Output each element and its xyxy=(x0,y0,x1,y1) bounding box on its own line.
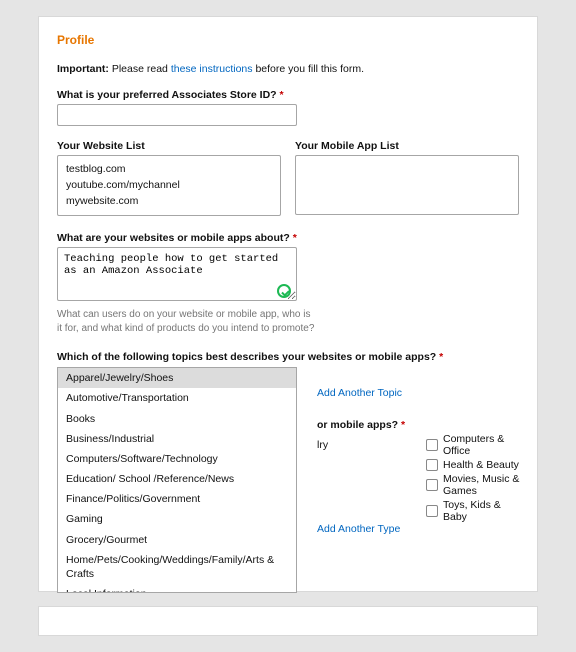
checkbox-row[interactable]: Health & Beauty xyxy=(426,459,527,471)
app-list-label: Your Mobile App List xyxy=(295,140,519,152)
topics-dropdown[interactable]: Apparel/Jewelry/ShoesAutomotive/Transpor… xyxy=(57,367,297,593)
checkbox-label: Health & Beauty xyxy=(443,459,519,471)
checkbox-label: Computers & Office xyxy=(443,433,527,457)
dropdown-option[interactable]: Apparel/Jewelry/Shoes xyxy=(58,368,296,388)
important-note: Important: Please read these instruction… xyxy=(57,63,519,75)
store-id-input[interactable] xyxy=(57,104,297,126)
website-list-label: Your Website List xyxy=(57,140,281,152)
next-card xyxy=(38,606,538,636)
page-title: Profile xyxy=(57,33,519,47)
website-list-box[interactable]: testblog.comyoutube.com/mychannelmywebsi… xyxy=(57,155,281,216)
add-type-link[interactable]: Add Another Type xyxy=(317,523,400,535)
types-checkboxes: lry Computers & Office Health & Beauty Movi… xyxy=(317,433,527,523)
dropdown-option[interactable]: Books xyxy=(58,409,296,429)
checkbox-label: lry xyxy=(317,439,330,451)
checkbox-label: Movies, Music & Games xyxy=(443,473,527,497)
topics-label: Which of the following topics best descr… xyxy=(57,351,519,363)
checkbox-row[interactable]: Toys, Kids & Baby xyxy=(426,499,527,523)
add-topic-link[interactable]: Add Another Topic xyxy=(317,387,402,399)
dropdown-option[interactable]: Education/ School /Reference/News xyxy=(58,469,296,489)
checkbox-row[interactable]: Movies, Music & Games xyxy=(426,473,527,497)
dropdown-option[interactable]: Computers/Software/Technology xyxy=(58,449,296,469)
store-id-label: What is your preferred Associates Store … xyxy=(57,89,519,101)
checkbox-label: Toys, Kids & Baby xyxy=(443,499,527,523)
checkbox-icon[interactable] xyxy=(426,479,438,491)
app-list-box[interactable] xyxy=(295,155,519,215)
list-item[interactable]: mywebsite.com xyxy=(66,194,272,210)
types-label-fragment: or mobile apps? * xyxy=(317,419,405,431)
dropdown-option[interactable]: Finance/Politics/Government xyxy=(58,489,296,509)
dropdown-option[interactable]: Local Information xyxy=(58,584,296,593)
about-textarea[interactable] xyxy=(57,247,297,301)
list-item[interactable]: youtube.com/mychannel xyxy=(66,178,272,194)
dropdown-option[interactable]: Grocery/Gourmet xyxy=(58,530,296,550)
checkbox-row[interactable]: lry xyxy=(317,433,418,457)
dropdown-option[interactable]: Automotive/Transportation xyxy=(58,388,296,408)
dropdown-option[interactable]: Business/Industrial xyxy=(58,429,296,449)
checkbox-row[interactable]: Computers & Office xyxy=(426,433,527,457)
checkbox-icon[interactable] xyxy=(426,439,438,451)
about-help: What can users do on your website or mob… xyxy=(57,308,317,335)
list-item[interactable]: testblog.com xyxy=(66,162,272,178)
dropdown-option[interactable]: Home/Pets/Cooking/Weddings/Family/Arts &… xyxy=(58,550,296,584)
checkbox-icon[interactable] xyxy=(426,505,438,517)
checkbox-icon[interactable] xyxy=(426,459,438,471)
instructions-link[interactable]: these instructions xyxy=(171,63,253,75)
about-label: What are your websites or mobile apps ab… xyxy=(57,232,519,244)
dropdown-option[interactable]: Gaming xyxy=(58,509,296,529)
profile-card: Profile Important: Please read these ins… xyxy=(38,16,538,592)
